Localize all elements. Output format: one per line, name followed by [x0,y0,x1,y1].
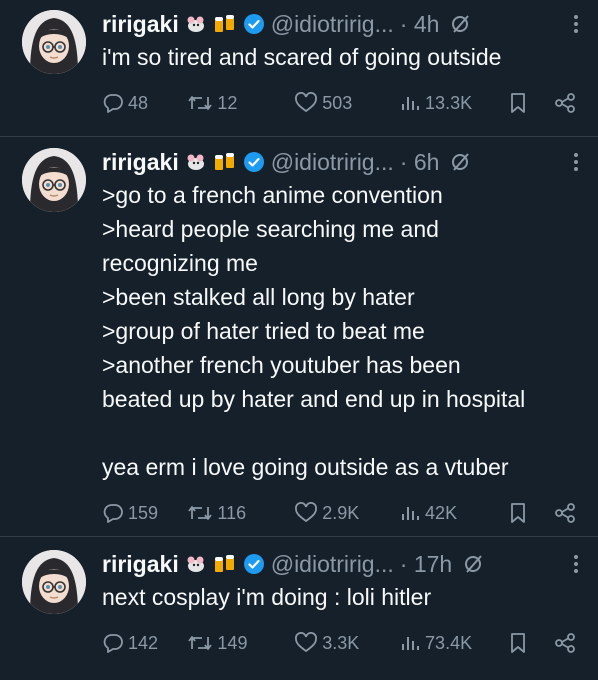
retweet-button[interactable]: 12 [187,92,294,114]
rat-icon [185,152,207,172]
rat-icon [185,14,207,34]
bookmark-icon [511,503,525,523]
more-vertical-icon[interactable] [564,151,580,173]
share-icon [555,503,575,523]
heart-icon [295,632,318,653]
handle[interactable]: @idiotririg... [271,551,394,578]
like-button[interactable]: 503 [294,92,399,114]
handle[interactable]: @idiotririg... [271,11,394,38]
tweet[interactable]: ririgaki @idiotririg... · 6h >go to a fr… [0,148,598,528]
reply-count: 142 [128,632,159,653]
handle[interactable]: @idiotririg... [271,149,394,176]
verified-badge-icon[interactable] [243,151,265,173]
avatar[interactable] [22,148,86,212]
tweet[interactable]: ririgaki @idiotririg... · 17h next cospl… [0,550,598,658]
timestamp[interactable]: · 6h [400,149,440,176]
retweet-button[interactable]: 116 [187,502,294,524]
edited-icon[interactable] [449,13,471,35]
like-button[interactable]: 2.9K [294,502,399,524]
retweet-count: 12 [217,92,238,113]
avatar-image [22,550,86,614]
share-icon [555,633,575,653]
like-button[interactable]: 3.3K [294,632,399,654]
heart-icon [295,92,318,113]
edited-icon[interactable] [462,553,484,575]
timeline-feed: ririgaki @idiotririg... · 4h i'm so tire… [0,0,598,680]
tweet[interactable]: ririgaki @idiotririg... · 4h i'm so tire… [0,10,598,118]
views-chart-icon [402,507,420,520]
bookmark-icon [511,93,525,113]
tweet-header: ririgaki @idiotririg... · 4h [102,10,580,38]
tweet-actions: 48 12 503 13.3K [102,88,580,118]
reply-icon [103,504,123,523]
bookmark-button[interactable] [508,501,532,525]
like-count: 2.9K [322,502,360,523]
views-chart-icon [402,97,420,110]
views-count: 73.4K [425,632,473,653]
display-name[interactable]: ririgaki [102,149,179,176]
more-vertical-icon[interactable] [564,13,580,35]
retweet-icon [188,506,213,520]
tweet-divider [0,136,598,137]
beer-mugs-icon [213,152,237,172]
tweet-header: ririgaki @idiotririg... · 6h [102,148,580,176]
tweet-divider [0,536,598,537]
tweet-actions: 142 149 3.3K 73.4K [102,628,580,658]
tweet-text: i'm so tired and scared of going outside [102,44,502,70]
bookmark-button[interactable] [508,91,532,115]
tweet-text: next cosplay i'm doing : loli hitler [102,584,432,610]
reply-button[interactable]: 48 [102,92,187,114]
retweet-icon [188,636,213,650]
views-count: 42K [425,502,458,523]
display-name[interactable]: ririgaki [102,551,179,578]
verified-badge-icon[interactable] [243,13,265,35]
like-count: 3.3K [322,632,360,653]
bookmark-icon [511,633,525,653]
views-button[interactable]: 73.4K [399,632,500,654]
tweet-text: >go to a french anime convention >heard … [102,182,526,480]
heart-icon [295,502,318,523]
views-count: 13.3K [425,92,473,113]
rat-icon [185,554,207,574]
beer-mugs-icon [213,14,237,34]
share-button[interactable] [554,92,580,114]
share-button[interactable] [554,632,580,654]
display-name[interactable]: ririgaki [102,11,179,38]
reply-button[interactable]: 142 [102,632,187,654]
reply-count: 159 [128,502,159,523]
more-vertical-icon[interactable] [564,553,580,575]
beer-mugs-icon [213,554,237,574]
reply-button[interactable]: 159 [102,502,187,524]
avatar-image [22,148,86,212]
edited-icon[interactable] [449,151,471,173]
tweet-header: ririgaki @idiotririg... · 17h [102,550,580,578]
reply-icon [103,94,123,113]
avatar-image [22,10,86,74]
retweet-count: 149 [217,632,248,653]
views-button[interactable]: 13.3K [399,92,500,114]
verified-badge-icon[interactable] [243,553,265,575]
views-chart-icon [402,637,420,650]
timestamp[interactable]: · 17h [400,551,452,578]
retweet-button[interactable]: 149 [187,632,294,654]
reply-count: 48 [128,92,149,113]
retweet-icon [188,96,213,110]
avatar[interactable] [22,550,86,614]
avatar[interactable] [22,10,86,74]
retweet-count: 116 [217,502,247,523]
bookmark-button[interactable] [508,631,532,655]
tweet-actions: 159 116 2.9K 42K [102,498,580,528]
share-button[interactable] [554,502,580,524]
timestamp[interactable]: · 4h [400,11,440,38]
views-button[interactable]: 42K [399,502,500,524]
reply-icon [103,634,123,653]
like-count: 503 [322,92,353,113]
share-icon [555,93,575,113]
